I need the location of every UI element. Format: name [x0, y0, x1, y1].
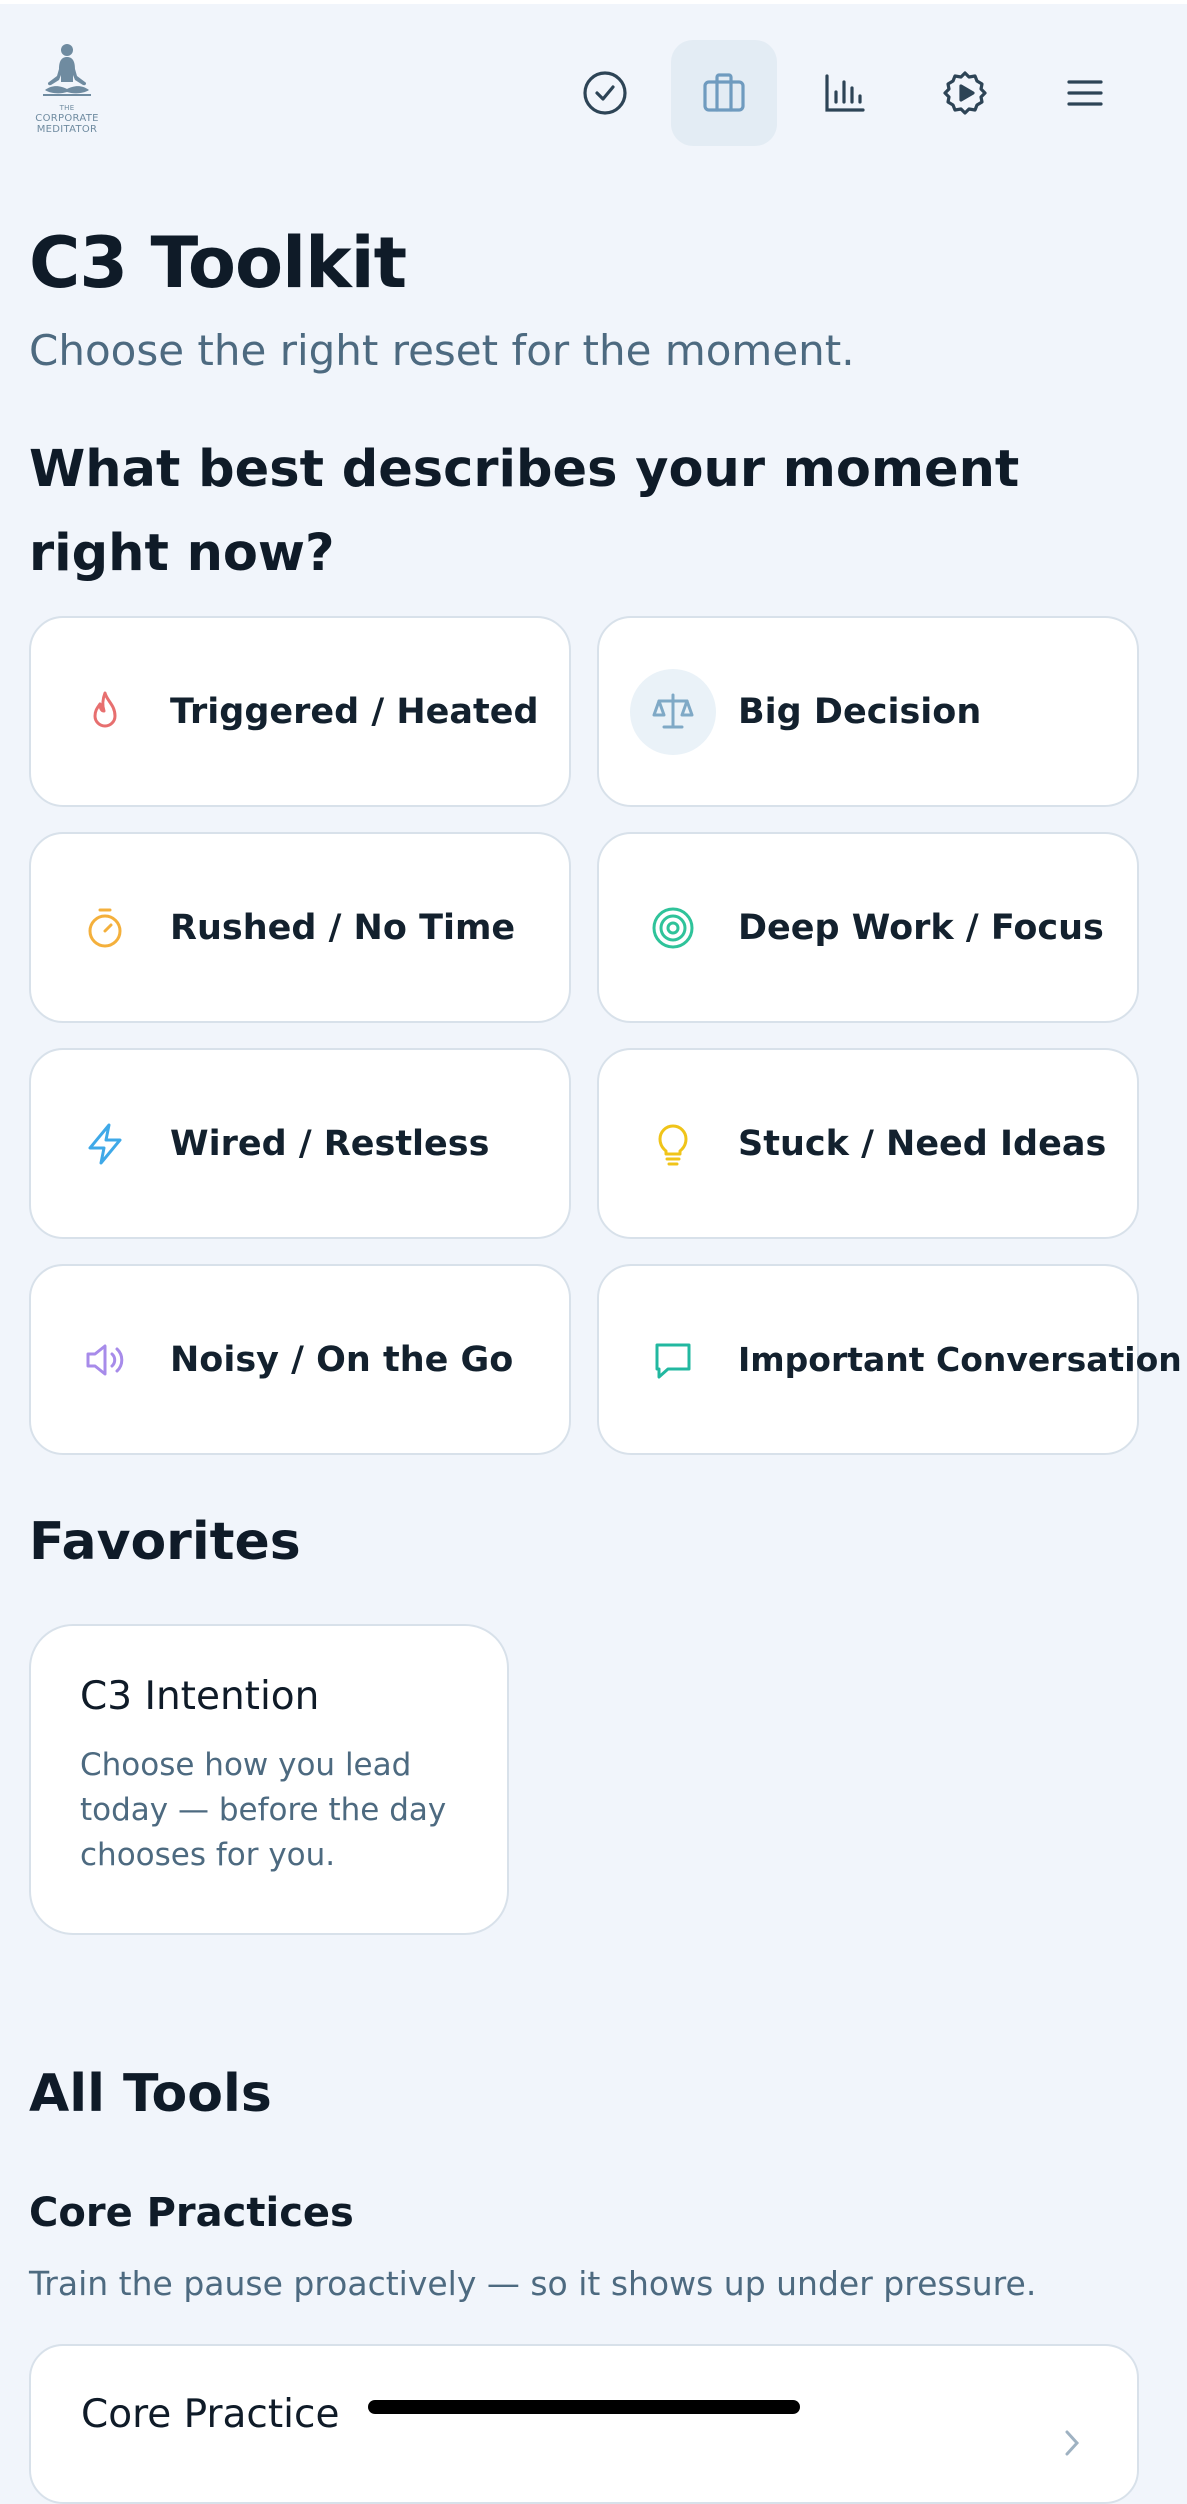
lightbulb-icon [658, 1124, 688, 1165]
nav-check-button[interactable] [552, 40, 658, 146]
tool-card-core-practice[interactable]: Core Practice [29, 2344, 1139, 2504]
nav-settings-button[interactable] [912, 40, 1018, 146]
section-title: Core Practices [29, 2190, 354, 2236]
mood-icon-wrap [62, 1101, 148, 1187]
logo-line1: CORPORATE [35, 113, 99, 124]
mood-icon-wrap [62, 885, 148, 971]
page-subtitle: Choose the right reset for the moment. [29, 326, 855, 375]
mood-label: Noisy / On the Go [170, 1339, 514, 1380]
menu-icon [1067, 80, 1103, 106]
mood-label: Wired / Restless [170, 1123, 490, 1164]
speaker-icon [86, 1344, 124, 1375]
meditator-logo-icon [43, 44, 91, 96]
chat-icon [655, 1343, 691, 1378]
favorite-description: Choose how you lead today — before the d… [80, 1747, 447, 1873]
mood-icon-wrap [630, 1101, 716, 1187]
bar-chart-icon [825, 74, 865, 112]
logo-text: THE CORPORATE MEDITATOR [26, 104, 108, 135]
mood-label: Important Conversation [738, 1340, 1182, 1379]
mood-card-wired[interactable]: Wired / Restless [29, 1048, 571, 1239]
nav-toolkit-button[interactable] [671, 40, 777, 146]
nav-stats-button[interactable] [791, 40, 897, 146]
mood-card-conversation[interactable]: Important Conversation [597, 1264, 1182, 1455]
mood-card-noisy[interactable]: Noisy / On the Go [29, 1264, 571, 1455]
logo[interactable]: THE CORPORATE MEDITATOR [26, 42, 108, 146]
mood-label: Stuck / Need Ideas [738, 1123, 1107, 1164]
mood-icon-wrap [630, 668, 716, 755]
section-description: Train the pause proactively — so it show… [29, 2264, 1037, 2303]
mood-card-stuck[interactable]: Stuck / Need Ideas [597, 1048, 1139, 1239]
mood-icon-wrap [630, 1317, 716, 1403]
nav-menu-button[interactable] [1032, 40, 1138, 146]
mood-label: Rushed / No Time [170, 907, 516, 948]
mood-card-deep-work[interactable]: Deep Work / Focus [597, 832, 1139, 1023]
flame-icon [93, 691, 117, 727]
check-circle-icon [583, 71, 627, 115]
tool-title: Core Practice [81, 2392, 340, 2437]
header: THE CORPORATE MEDITATOR [0, 0, 1187, 180]
mood-icon-wrap [630, 885, 716, 971]
lightning-icon [88, 1123, 122, 1164]
timer-icon [88, 908, 122, 947]
page-title: C3 Toolkit [29, 222, 407, 304]
logo-small: THE [59, 104, 75, 112]
favorite-card[interactable]: C3 Intention Choose how you lead today —… [29, 1624, 509, 1935]
moment-question: What best describes your moment right no… [29, 440, 1020, 583]
chevron-right-icon [1065, 2430, 1080, 2456]
briefcase-icon [703, 73, 745, 112]
mood-card-triggered[interactable]: Triggered / Heated [29, 616, 571, 807]
mood-icon-wrap [62, 669, 148, 755]
mood-label: Deep Work / Focus [738, 907, 1104, 948]
mood-card-rushed[interactable]: Rushed / No Time [29, 832, 571, 1023]
mood-card-big-decision[interactable]: Big Decision [597, 616, 1139, 807]
mood-label: Big Decision [738, 691, 982, 732]
favorites-heading: Favorites [29, 1512, 301, 1572]
logo-line2: MEDITATOR [36, 124, 98, 135]
home-indicator[interactable] [368, 2400, 800, 2414]
favorite-title: C3 Intention [80, 1674, 320, 1719]
scale-icon [652, 693, 694, 728]
all-tools-heading: All Tools [29, 2064, 272, 2124]
mood-icon-wrap [62, 1317, 148, 1403]
gear-icon [943, 71, 987, 115]
mood-label: Triggered / Heated [170, 691, 539, 732]
target-icon [652, 907, 694, 948]
